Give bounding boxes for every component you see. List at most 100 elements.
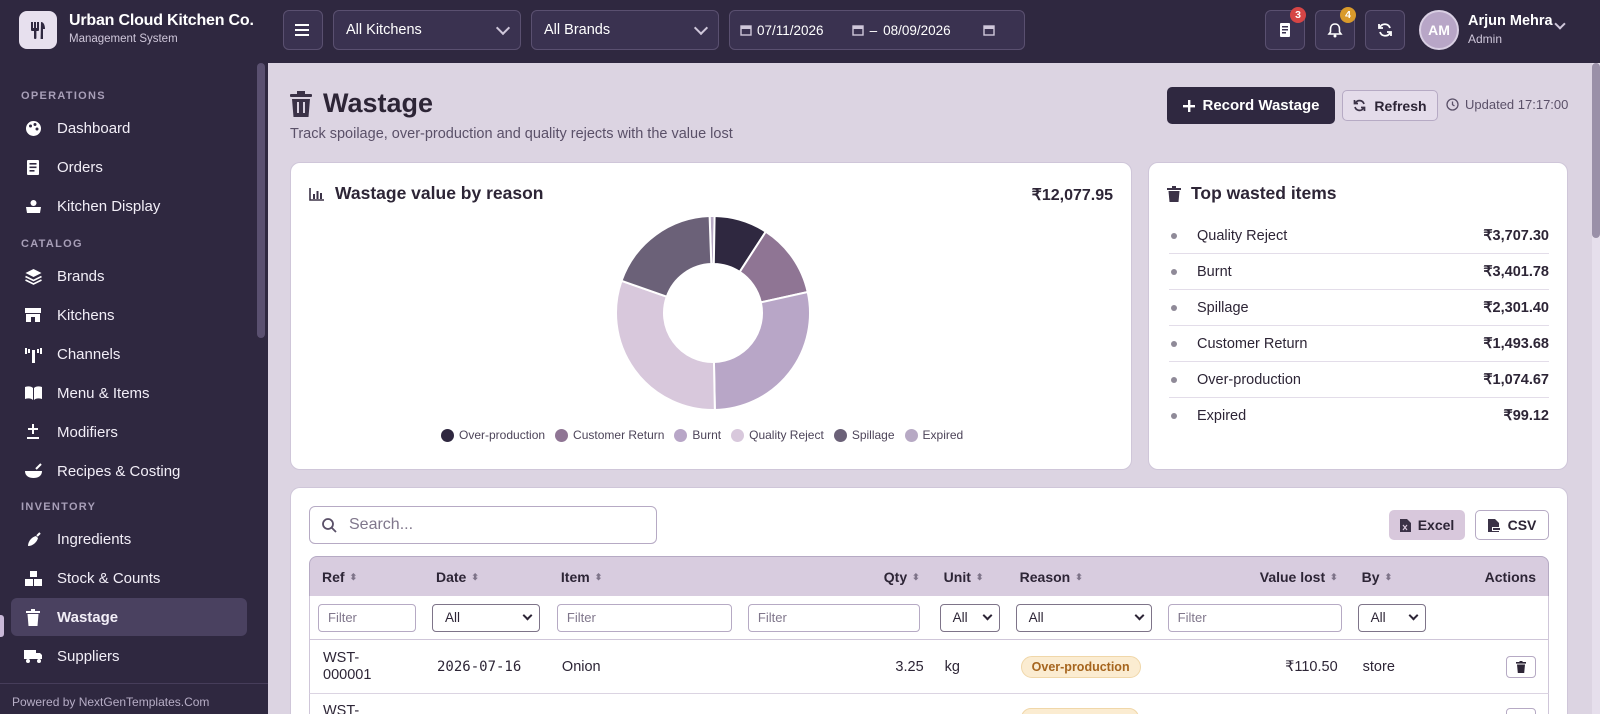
- wastage-donut-chart: [615, 214, 811, 412]
- search-input[interactable]: Search...: [309, 506, 657, 544]
- filter-by-select[interactable]: All: [1357, 603, 1426, 632]
- legend-item[interactable]: Quality Reject: [731, 428, 824, 442]
- chevron-down-icon: [1134, 610, 1145, 621]
- book-icon: [24, 384, 42, 402]
- app-name: Urban Cloud Kitchen Co.: [69, 12, 254, 29]
- refresh-button[interactable]: Refresh: [1342, 90, 1438, 121]
- filter-ref-input[interactable]: Filter: [318, 603, 416, 632]
- export-csv-button[interactable]: CSV: [1475, 510, 1549, 540]
- legend-item[interactable]: Burnt: [674, 428, 721, 442]
- brand-select[interactable]: All Brands: [531, 10, 719, 50]
- record-wastage-label: Record Wastage: [1202, 97, 1320, 114]
- kitchen-select[interactable]: All Kitchens: [333, 10, 521, 50]
- filter-value: All: [445, 610, 461, 625]
- sidebar-item-channels[interactable]: Channels: [11, 335, 247, 373]
- bowl-icon: [24, 462, 42, 480]
- legend-item[interactable]: Expired: [904, 428, 963, 442]
- sidebar-item-label: Orders: [57, 158, 103, 176]
- sidebar-section-inventory: INVENTORY: [21, 501, 97, 513]
- sidebar-item-brands[interactable]: Brands: [11, 257, 247, 295]
- filter-reason-select[interactable]: All: [1015, 603, 1152, 632]
- column-date[interactable]: Date ⬍: [424, 556, 549, 596]
- sidebar-item-ingredients[interactable]: Ingredients: [11, 520, 247, 558]
- list-item: Quality Reject ₹3,707.30: [1169, 218, 1549, 254]
- sort-icon[interactable]: ⬍: [350, 572, 358, 583]
- sort-icon[interactable]: ⬍: [1075, 572, 1083, 583]
- user-menu[interactable]: Arjun Mehra Admin: [1468, 13, 1553, 46]
- sidebar-item-label: Dashboard: [57, 119, 131, 137]
- sort-icon[interactable]: ⬍: [976, 572, 984, 583]
- chart-legend: Over-production Customer Return Burnt Quali…: [441, 428, 963, 442]
- orders-button[interactable]: 3: [1265, 7, 1306, 50]
- table-row[interactable]: WST-: [309, 694, 1549, 714]
- sort-icon[interactable]: ⬍: [1330, 572, 1338, 583]
- app-logo[interactable]: [19, 11, 57, 49]
- palette-icon: [24, 119, 42, 137]
- sort-icon[interactable]: ⬍: [595, 572, 603, 583]
- filter-qty-input[interactable]: Filter: [747, 603, 920, 632]
- sidebar-item-menu-items[interactable]: Menu & Items: [11, 374, 247, 412]
- column-ref[interactable]: Ref ⬍: [309, 556, 424, 596]
- column-reason-label: Reason: [1019, 568, 1071, 585]
- chevron-down-icon[interactable]: [1554, 18, 1566, 30]
- delete-row-button[interactable]: [1506, 708, 1536, 714]
- sidebar-item-kitchen-display[interactable]: Kitchen Display: [11, 187, 247, 225]
- chevron-down-icon: [1408, 610, 1419, 621]
- chevron-down-icon: [693, 20, 709, 35]
- column-item[interactable]: Item ⬍: [548, 556, 740, 596]
- column-actions-label: Actions: [1484, 568, 1536, 585]
- pie-slice-quality-reject[interactable]: [615, 279, 716, 411]
- sidebar-item-recipes-costing[interactable]: Recipes & Costing: [11, 452, 247, 490]
- page-subtitle: Track spoilage, over-production and qual…: [290, 126, 733, 142]
- record-wastage-button[interactable]: Record Wastage: [1167, 87, 1335, 124]
- sidebar-toggle-button[interactable]: [283, 10, 323, 50]
- top-items-title-text: Top wasted items: [1191, 183, 1337, 203]
- reason-badge: Over-production: [1020, 655, 1141, 678]
- column-unit[interactable]: Unit ⬍: [931, 556, 1008, 596]
- table-row[interactable]: WST- 000001 2026-07-16 Onion 3.25 kg Ove…: [309, 640, 1549, 694]
- delete-row-button[interactable]: [1506, 655, 1536, 678]
- filter-item-input[interactable]: Filter: [556, 603, 732, 632]
- sidebar-item-kitchens[interactable]: Kitchens: [11, 296, 247, 334]
- date-to[interactable]: 08/09/2026: [883, 23, 951, 38]
- sort-icon[interactable]: ⬍: [1385, 572, 1393, 583]
- pie-slice-burnt[interactable]: [712, 290, 811, 412]
- filter-value: All: [952, 610, 968, 625]
- legend-item[interactable]: Over-production: [441, 428, 545, 442]
- pie-slice-spillage[interactable]: [620, 215, 713, 299]
- column-value-lost[interactable]: Value lost ⬍: [1159, 556, 1350, 596]
- sidebar-item-modifiers[interactable]: Modifiers: [11, 413, 247, 451]
- sort-icon[interactable]: ⬍: [912, 572, 920, 583]
- top-item-name: Customer Return: [1197, 335, 1308, 352]
- page-scrollbar[interactable]: [1592, 63, 1600, 714]
- boxes-icon: [24, 569, 42, 587]
- legend-item[interactable]: Spillage: [833, 428, 895, 442]
- sidebar-scrollbar[interactable]: [257, 63, 265, 338]
- sync-button[interactable]: [1365, 10, 1405, 50]
- filter-unit-select[interactable]: All: [939, 603, 1000, 632]
- sync-icon: [1354, 99, 1366, 112]
- sidebar-item-dashboard[interactable]: Dashboard: [11, 109, 247, 147]
- filter-value: All: [1028, 610, 1044, 625]
- column-qty[interactable]: Qty ⬍: [739, 556, 932, 596]
- export-excel-button[interactable]: Excel: [1389, 510, 1465, 540]
- list-item: Over-production ₹1,074.67: [1169, 362, 1549, 398]
- sidebar-item-wastage[interactable]: Wastage: [11, 598, 247, 636]
- sidebar-item-stock-counts[interactable]: Stock & Counts: [11, 559, 247, 597]
- sort-icon[interactable]: ⬍: [471, 572, 479, 583]
- column-reason[interactable]: Reason ⬍: [1007, 556, 1160, 596]
- sidebar-item-suppliers[interactable]: Suppliers: [11, 637, 247, 675]
- notifications-button[interactable]: 4: [1315, 7, 1356, 50]
- sidebar-item-orders[interactable]: Orders: [11, 148, 247, 186]
- page-scrollbar-thumb[interactable]: [1592, 63, 1600, 238]
- column-actions: Actions: [1457, 556, 1549, 596]
- column-by[interactable]: By ⬍: [1349, 556, 1458, 596]
- filter-date-select[interactable]: All: [432, 603, 540, 632]
- legend-item[interactable]: Customer Return: [555, 428, 664, 442]
- date-from[interactable]: 07/11/2026: [757, 23, 824, 38]
- filter-value-input[interactable]: Filter: [1167, 603, 1342, 632]
- top-wasted-items-card: Top wasted items Quality Reject ₹3,707.30…: [1148, 162, 1568, 470]
- avatar[interactable]: AM: [1419, 10, 1459, 50]
- date-range-picker[interactable]: 07/11/2026 – 08/09/2026: [729, 10, 1025, 50]
- reason-badge: [1020, 708, 1139, 714]
